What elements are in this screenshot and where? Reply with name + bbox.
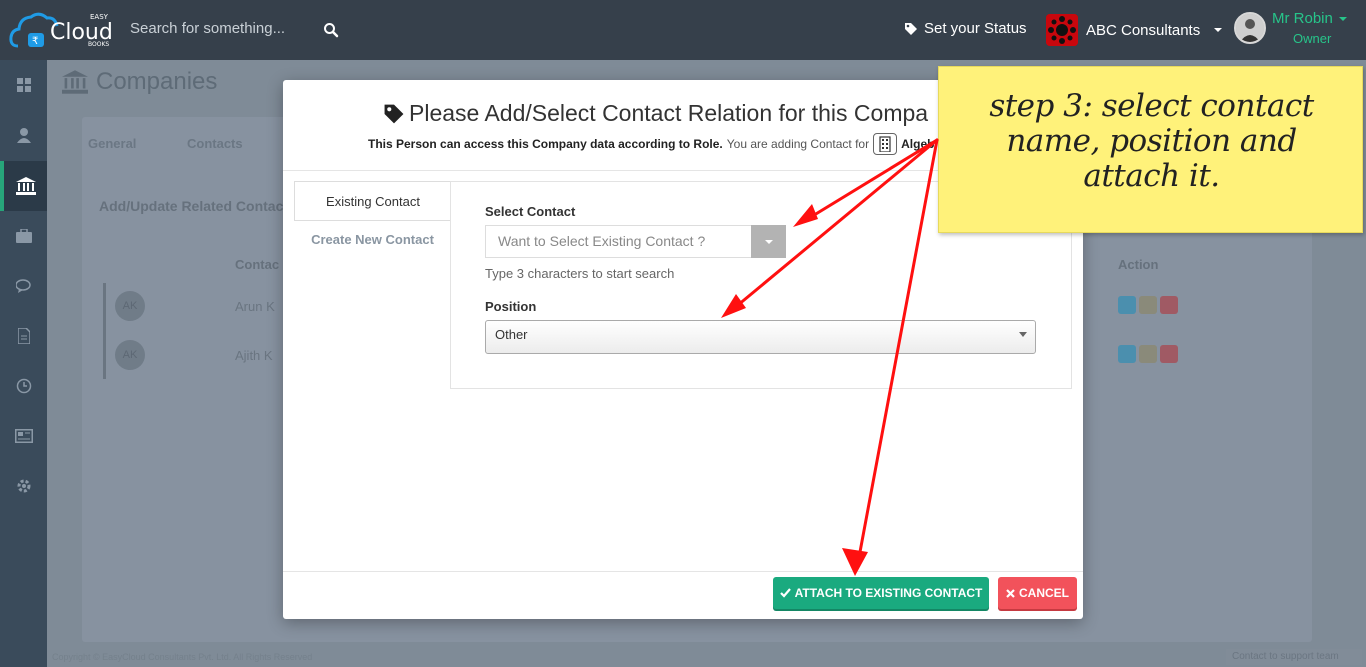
tab-existing-contact[interactable]: Existing Contact (294, 181, 451, 221)
table-row: Ajith K (235, 348, 273, 363)
user-name: Mr Robin (1272, 10, 1333, 27)
chevron-down-icon (1338, 17, 1347, 22)
user-menu[interactable]: Mr Robin Owner (1234, 10, 1347, 52)
column-contact: Contac (235, 257, 280, 272)
company-logo (1046, 14, 1078, 46)
sidebar (0, 60, 47, 667)
column-action: Action (1118, 257, 1159, 272)
newspaper-icon[interactable] (0, 411, 47, 461)
view-icon[interactable] (1118, 345, 1136, 363)
briefcase-icon[interactable] (0, 211, 47, 261)
gear-icon[interactable] (0, 461, 47, 511)
tab-create-new-contact[interactable]: Create New Contact (294, 231, 451, 249)
company-switcher[interactable]: ABC Consultants (1046, 13, 1223, 47)
contact-dropdown-button[interactable] (751, 225, 786, 258)
support-link[interactable]: Contact to support team (1226, 649, 1362, 665)
row-indicator (103, 283, 106, 379)
svg-text:₹: ₹ (32, 36, 38, 47)
edit-icon[interactable] (1139, 296, 1157, 314)
modal-title-text: Please Add/Select Contact Relation for t… (409, 100, 929, 126)
avatar: AK (115, 340, 145, 370)
view-icon[interactable] (1118, 296, 1136, 314)
top-bar: ₹ Cloud EASY BOOKS Search for something.… (0, 0, 1366, 60)
table-row: Arun K (235, 299, 275, 314)
note-text: step 3: select contact name, position an… (989, 88, 1314, 194)
tag-icon (384, 104, 404, 123)
user-role: Owner (1293, 31, 1332, 46)
logo-top: EASY (90, 13, 109, 21)
modal-subtitle: This Person can access this Company data… (368, 133, 988, 155)
row-actions (1118, 296, 1178, 314)
contact-search-input[interactable]: Want to Select Existing Contact ? (485, 225, 751, 258)
user-icon[interactable] (0, 110, 47, 160)
search-input[interactable]: Search for something... (130, 20, 285, 37)
bank-icon (62, 70, 88, 94)
logo-bottom: BOOKS (88, 41, 109, 48)
check-icon (779, 588, 791, 598)
chat-icon[interactable] (0, 261, 47, 311)
dashboard-icon[interactable] (0, 60, 47, 110)
set-status-button[interactable]: Set your Status (904, 20, 1027, 37)
clock-icon[interactable] (0, 361, 47, 411)
chevron-down-icon (1019, 332, 1027, 337)
footer-copyright: Copyright © EasyCloud Consultants Pvt. L… (52, 652, 313, 662)
close-icon (1006, 588, 1015, 598)
cancel-button[interactable]: CANCEL (998, 577, 1077, 609)
search-hint: Type 3 characters to start search (485, 266, 675, 281)
section-title: Add/Update Related Contac (99, 198, 284, 214)
tab-contacts[interactable]: Contacts (187, 136, 243, 151)
position-value: Other (495, 327, 528, 342)
position-label: Position (485, 299, 537, 314)
tag-icon (905, 22, 917, 35)
chevron-down-icon (764, 239, 773, 244)
bank-icon[interactable] (0, 161, 47, 211)
message-icon[interactable] (1160, 345, 1178, 363)
divider (283, 571, 1083, 572)
avatar (1234, 12, 1266, 44)
message-icon[interactable] (1160, 296, 1178, 314)
sticky-note: step 3: select contact name, position an… (938, 66, 1363, 233)
avatar: AK (115, 291, 145, 321)
chevron-down-icon (1214, 28, 1223, 32)
position-select[interactable]: Other (485, 320, 1036, 354)
row-actions (1118, 345, 1178, 363)
status-label: Set your Status (924, 20, 1027, 37)
tab-general[interactable]: General (88, 136, 136, 151)
cancel-label: CANCEL (1019, 586, 1069, 600)
building-icon (873, 133, 898, 155)
page-title-text: Companies (96, 68, 218, 95)
document-icon[interactable] (0, 311, 47, 361)
subtitle-role-note: This Person can access this Company data… (368, 137, 723, 151)
company-name: ABC Consultants (1086, 21, 1201, 39)
subtitle-text: You are adding Contact for (726, 137, 870, 151)
attach-label: ATTACH TO EXISTING CONTACT (794, 586, 983, 600)
search-icon[interactable] (323, 22, 339, 38)
edit-icon[interactable] (1139, 345, 1157, 363)
page-title: Companies (62, 68, 217, 96)
modal-title: Please Add/Select Contact Relation for t… (383, 100, 928, 127)
easycloud-books-logo[interactable]: ₹ Cloud EASY BOOKS (8, 6, 123, 54)
select-contact-label: Select Contact (485, 204, 576, 219)
attach-existing-contact-button[interactable]: ATTACH TO EXISTING CONTACT (773, 577, 989, 609)
